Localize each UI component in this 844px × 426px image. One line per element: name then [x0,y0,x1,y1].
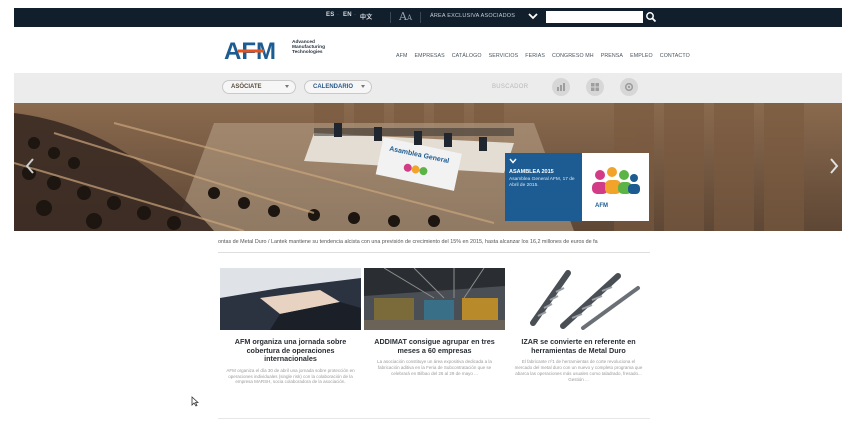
thumb-logo-text: AFM [595,203,608,209]
grid-button[interactable] [586,78,604,96]
nav-item-ferias[interactable]: FERIAS [525,53,545,59]
article-image[interactable] [508,268,649,330]
article-title[interactable]: IZAR se convierte en referente en herram… [508,337,649,355]
article-summary: La asociación constituye un área exposit… [377,359,492,376]
nav-item-catalogo[interactable]: CATÁLOGO [452,53,482,59]
news-ticker[interactable]: ontas de Metal Duro / Lantek mantiene su… [218,239,650,245]
nav-item-prensa[interactable]: PRENSA [601,53,623,59]
hero-caption-body: Asamblea General AFM, 17 de Abril de 201… [509,177,575,188]
hero-image: Asamblea General [14,103,842,231]
chart-icon [557,83,565,91]
article-title[interactable]: ADDIMAT consigue agrupar en tres meses a… [364,337,505,355]
lang-separator: · [354,12,357,18]
lang-separator: · [337,12,340,18]
mouse-cursor-icon [191,396,199,407]
prev-slide-arrow-icon[interactable] [24,157,36,175]
nav-item-empleo[interactable]: EMPLEO [630,53,653,59]
lang-en[interactable]: EN [343,12,352,18]
divider [420,12,421,23]
asociate-dropdown[interactable]: ASÓCIATE [222,80,296,94]
hero-caption-title: ASAMBLEA 2015 [509,169,554,175]
calendario-label: CALENDARIO [313,84,353,90]
header: AFM Advanced Manufacturing Technologies … [14,27,842,73]
article-summary: El fabricante nº1 de herramientas de cor… [514,359,643,382]
nav-item-congreso[interactable]: CONGRESO MH [552,53,594,59]
font-size-icon[interactable]: AA [399,10,412,23]
chevron-down-icon[interactable] [527,10,539,22]
nav-item-afm[interactable]: AFM [396,53,407,59]
divider [218,252,650,253]
article-image[interactable] [220,268,361,330]
article-image[interactable] [364,268,505,330]
article-summary: AFM organiza el día 30 de abril una jorn… [226,367,355,385]
asociate-label: ASÓCIATE [231,84,262,90]
sub-bar: ASÓCIATE CALENDARIO BUSCADOR [14,73,842,103]
grid-icon [591,83,599,91]
divider [390,12,391,23]
chevron-down-icon [285,85,289,88]
article-card[interactable]: IZAR se convierte en referente en herram… [508,268,649,382]
settings-button[interactable] [620,78,638,96]
fair-photo [364,268,505,330]
hero-caption-box[interactable]: ASAMBLEA 2015 Asamblea General AFM, 17 d… [505,153,582,221]
drill-bits-photo [508,268,649,330]
article-title[interactable]: AFM organiza una jornada sobre cobertura… [220,337,361,364]
calendario-dropdown[interactable]: CALENDARIO [304,80,372,94]
handshake-photo [220,268,361,330]
logo-tagline: Advanced Manufacturing Technologies [292,40,352,56]
article-card[interactable]: ADDIMAT consigue agrupar en tres meses a… [364,268,505,377]
top-bar: ES · EN · 中文 AA ÁREA EXCLUSIVA ASOCIADOS [14,8,842,27]
lang-es[interactable]: ES [326,12,334,18]
search-icon[interactable] [645,11,657,23]
auditorium-photo: Asamblea General [14,103,842,231]
article-card[interactable]: AFM organiza una jornada sobre cobertura… [220,268,361,385]
chevron-down-icon [509,158,517,164]
nav-item-servicios[interactable]: SERVICIOS [489,53,519,59]
page: ES · EN · 中文 AA ÁREA EXCLUSIVA ASOCIADOS… [0,0,844,426]
search-input[interactable] [546,11,643,23]
lang-zh[interactable]: 中文 [360,12,372,21]
buscador-label[interactable]: BUSCADOR [492,84,528,90]
stats-button[interactable] [552,78,570,96]
nav-item-contacto[interactable]: CONTACTO [660,53,690,59]
gear-icon [624,82,634,92]
hero-thumbnail[interactable]: AFM [582,153,649,221]
main-nav: AFM EMPRESAS CATÁLOGO SERVICIOS FERIAS C… [396,53,690,59]
logo-tagline-line: Technologies [292,50,323,56]
chevron-down-icon [361,85,365,88]
members-area-link[interactable]: ÁREA EXCLUSIVA ASOCIADOS [430,13,515,19]
nav-item-empresas[interactable]: EMPRESAS [414,53,444,59]
assembly-logo: AFM [592,167,640,209]
divider [218,418,650,419]
next-slide-arrow-icon[interactable] [828,157,840,175]
